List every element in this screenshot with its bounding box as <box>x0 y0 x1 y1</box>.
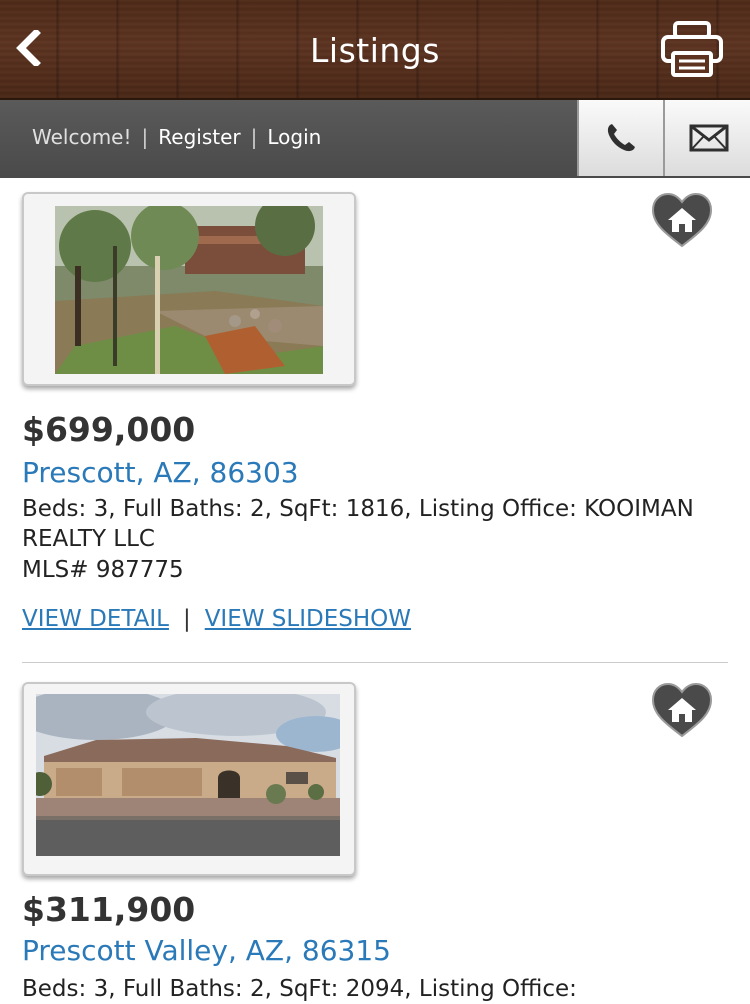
heart-house-icon <box>651 682 713 738</box>
listing-photo[interactable] <box>22 192 356 386</box>
separator: | <box>182 606 191 632</box>
printer-icon <box>661 21 723 77</box>
favorite-button[interactable] <box>650 682 714 740</box>
print-button[interactable] <box>658 18 726 80</box>
register-link[interactable]: Register <box>158 125 240 149</box>
listing-card: $699,000 Prescott, AZ, 86303 Beds: 3, Fu… <box>0 178 750 663</box>
phone-icon <box>607 124 635 152</box>
listing-divider <box>22 662 728 663</box>
page-title: Listings <box>310 31 440 70</box>
listing-price: $699,000 <box>22 410 196 449</box>
house-photo-2 <box>36 694 340 856</box>
back-button[interactable] <box>6 22 52 74</box>
email-button[interactable] <box>663 100 750 176</box>
listing-mls: MLS# 987775 <box>22 557 184 583</box>
welcome-text: Welcome! <box>32 125 132 149</box>
account-links: Welcome! | Register | Login <box>32 100 321 178</box>
listing-photo[interactable] <box>22 682 356 876</box>
listing-actions: VIEW DETAIL | VIEW SLIDESHOW <box>22 606 411 632</box>
listing-price: $311,900 <box>22 890 196 929</box>
house-photo-1 <box>55 206 323 374</box>
listing-details: Beds: 3, Full Baths: 2, SqFt: 1816, List… <box>22 496 694 552</box>
listing-location-link[interactable]: Prescott Valley, AZ, 86315 <box>22 934 391 967</box>
envelope-icon <box>689 124 728 152</box>
call-button[interactable] <box>577 100 663 176</box>
app-header: Listings <box>0 0 750 100</box>
view-slideshow-link[interactable]: VIEW SLIDESHOW <box>205 606 411 632</box>
listing-image <box>55 206 323 374</box>
favorite-button[interactable] <box>650 192 714 250</box>
view-detail-link[interactable]: VIEW DETAIL <box>22 606 169 632</box>
login-link[interactable]: Login <box>267 125 321 149</box>
separator: | <box>141 125 149 149</box>
separator: | <box>250 125 258 149</box>
heart-house-icon <box>651 192 713 248</box>
listing-location-link[interactable]: Prescott, AZ, 86303 <box>22 456 299 489</box>
listing-card: $311,900 Prescott Valley, AZ, 86315 Beds… <box>0 664 750 1002</box>
chevron-left-icon <box>16 30 41 66</box>
listing-image <box>36 694 340 856</box>
